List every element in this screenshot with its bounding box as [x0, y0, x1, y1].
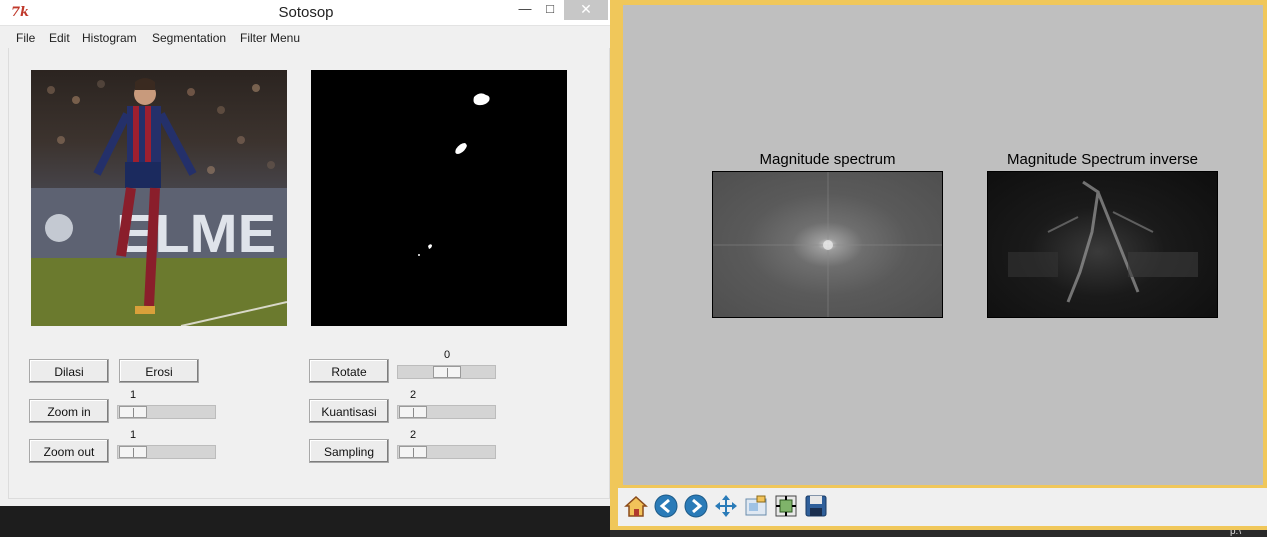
zoom-out-button[interactable]: Zoom out	[29, 439, 109, 463]
zoom-out-scale[interactable]	[117, 445, 216, 459]
spectrum-axes	[712, 171, 943, 318]
configure-subplots-icon[interactable]	[772, 492, 800, 520]
photo-graphic: ELME	[31, 78, 287, 326]
desktop-bottom-edge	[610, 530, 1267, 537]
title-bar[interactable]: 7k Sotosop — □ ✕	[0, 0, 612, 26]
erosi-button[interactable]: Erosi	[119, 359, 199, 383]
sampling-scale-handle[interactable]	[399, 446, 427, 458]
sampling-scale[interactable]	[397, 445, 496, 459]
inverse-axes	[987, 171, 1218, 318]
menu-segmentation[interactable]: Segmentation	[152, 31, 226, 45]
menu-filter[interactable]: Filter Menu	[240, 31, 300, 45]
sampling-scale-value: 2	[409, 429, 417, 441]
pan-icon[interactable]	[712, 492, 740, 520]
zoom-in-scale[interactable]	[117, 405, 216, 419]
maximize-button[interactable]: □	[540, 0, 560, 20]
zoom-out-scale-value: 1	[129, 429, 137, 441]
zoom-out-scale-handle[interactable]	[119, 446, 147, 458]
figure-canvas: Magnitude spectrum Magnitude Spectrum in…	[623, 5, 1263, 485]
kuantisasi-scale-handle[interactable]	[399, 406, 427, 418]
zoom-in-scale-handle[interactable]	[119, 406, 147, 418]
sotosop-window: 7k Sotosop — □ ✕ File Edit Histogram Seg…	[0, 0, 613, 506]
zoom-in-button[interactable]: Zoom in	[29, 399, 109, 423]
kuantisasi-button[interactable]: Kuantisasi	[309, 399, 389, 423]
menu-histogram[interactable]: Histogram	[82, 31, 137, 45]
kuantisasi-scale-value: 2	[409, 389, 417, 401]
inverse-title: Magnitude Spectrum inverse	[1007, 151, 1198, 168]
processed-image	[311, 70, 567, 326]
menu-file[interactable]: File	[16, 31, 35, 45]
binary-graphic	[418, 93, 490, 256]
desktop-taskbar	[0, 506, 610, 537]
minimize-button[interactable]: —	[515, 0, 535, 20]
navigation-toolbar	[618, 488, 1267, 526]
zoom-in-scale-value: 1	[129, 389, 137, 401]
kuantisasi-scale[interactable]	[397, 405, 496, 419]
rotate-button[interactable]: Rotate	[309, 359, 389, 383]
spectrum-title: Magnitude spectrum	[759, 151, 896, 168]
home-icon[interactable]	[622, 492, 650, 520]
close-button[interactable]: ✕	[564, 0, 608, 20]
original-image: ELME	[31, 70, 287, 326]
rotate-scale[interactable]	[397, 365, 496, 379]
sampling-button[interactable]: Sampling	[309, 439, 389, 463]
rotate-scale-handle[interactable]	[433, 366, 461, 378]
menu-edit[interactable]: Edit	[49, 31, 70, 45]
spectrum-graphic	[713, 172, 942, 317]
inverse-graphic	[1008, 180, 1198, 303]
figure-window: Magnitude spectrum Magnitude Spectrum in…	[610, 0, 1267, 530]
back-icon[interactable]	[652, 492, 680, 520]
dilasi-button[interactable]: Dilasi	[29, 359, 109, 383]
save-icon[interactable]	[802, 492, 830, 520]
photo-banner-text: ELME	[116, 204, 276, 264]
rotate-scale-value: 0	[443, 349, 451, 361]
forward-icon[interactable]	[682, 492, 710, 520]
zoom-icon[interactable]	[742, 492, 770, 520]
